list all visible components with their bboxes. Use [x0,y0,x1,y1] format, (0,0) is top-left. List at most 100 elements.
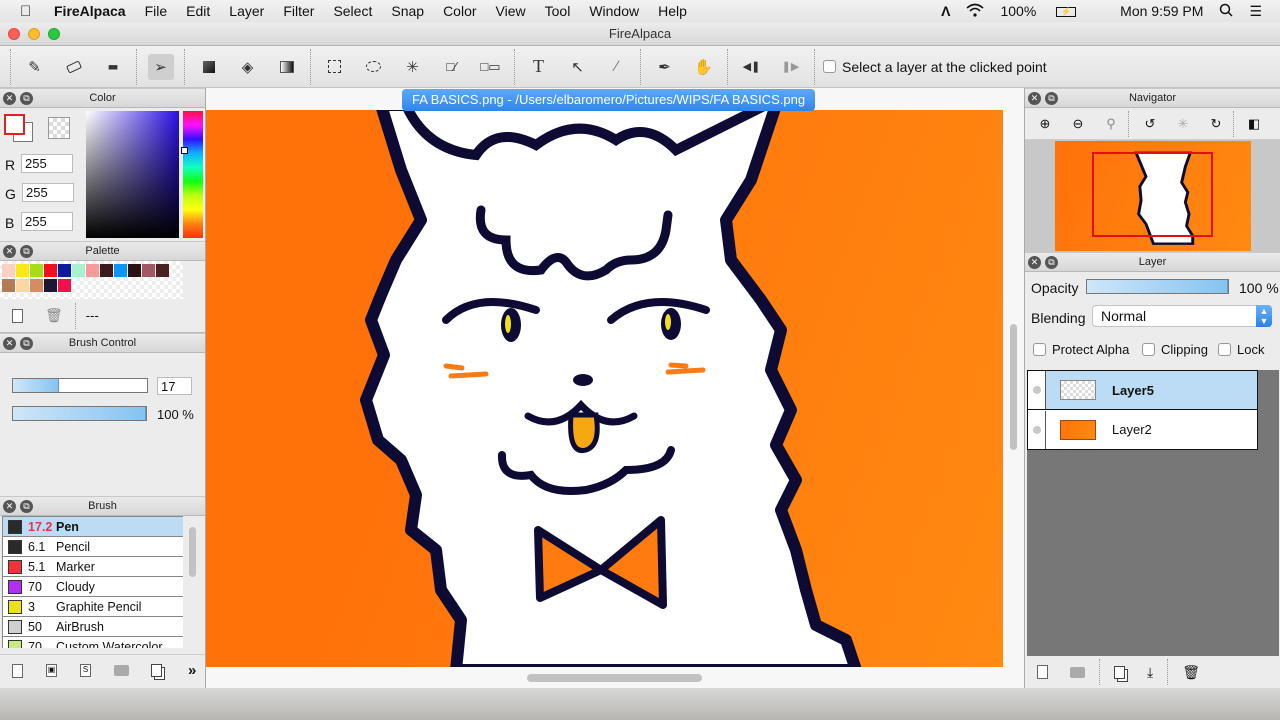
canvas-horizontal-scrollbar[interactable] [527,674,702,682]
palette-swatch[interactable] [142,264,155,277]
notification-center-icon[interactable]: ☰ [1249,3,1262,20]
blur-tool-button[interactable]: ∕ [604,54,630,80]
layer-row-layer5[interactable]: Layer5 [1027,370,1258,410]
menu-edit[interactable]: Edit [186,3,210,19]
palette-swatch[interactable] [2,264,15,277]
select-eraser-tool-button[interactable]: □▭ [478,54,504,80]
menu-tool[interactable]: Tool [545,3,571,19]
close-panel-icon[interactable]: ✕ [3,337,16,350]
adobe-icon[interactable]: Λ [941,3,950,19]
menu-snap[interactable]: Snap [391,3,424,19]
zoom-window-button[interactable] [48,28,60,40]
dot-tool-button[interactable]: ■■ [100,54,126,80]
close-panel-icon[interactable]: ✕ [1028,256,1041,269]
foreground-color-swatch[interactable] [4,114,25,135]
rect-select-tool-button[interactable] [322,54,348,80]
rotate-reset-icon[interactable]: ✳ [1172,116,1194,132]
select-layer-at-click-checkbox[interactable]: Select a layer at the clicked point [823,59,1047,75]
brush-size-input[interactable]: 17 [157,377,192,395]
palette-swatch[interactable] [16,279,29,292]
brush-item[interactable]: 5.1 Marker [3,557,183,577]
palette-swatch[interactable] [58,279,71,292]
spotlight-search-icon[interactable] [1219,3,1233,20]
delete-palette-icon[interactable]: 🗑 [45,307,63,324]
detach-panel-icon[interactable]: ⧉ [1045,256,1058,269]
brush-folder-icon[interactable] [114,665,129,676]
lock-checkbox[interactable]: Lock [1218,342,1264,357]
menu-color[interactable]: Color [443,3,476,19]
menu-file[interactable]: File [145,3,168,19]
merge-down-icon[interactable]: ⤓ [1147,664,1153,681]
wifi-icon[interactable] [966,3,984,20]
palette-swatch[interactable] [100,264,113,277]
new-brush-from-image-icon[interactable]: ▣ [46,664,57,677]
close-window-button[interactable] [8,28,20,40]
move-tool-button[interactable]: ➢ [147,53,174,80]
hand-tool-button[interactable]: ✋ [691,54,717,80]
eraser-tool-button[interactable] [61,54,87,80]
detach-panel-icon[interactable]: ⧉ [20,245,33,258]
close-panel-icon[interactable]: ✕ [3,245,16,258]
saturation-value-picker[interactable] [86,111,179,238]
new-palette-icon[interactable] [12,308,23,323]
close-panel-icon[interactable]: ✕ [1028,92,1041,105]
magic-wand-tool-button[interactable]: ✳ [400,54,426,80]
drawing-canvas[interactable] [206,110,1003,667]
object-select-tool-button[interactable]: ↖ [565,54,591,80]
brush-opacity-slider[interactable] [12,406,147,421]
brush-size-slider[interactable] [12,378,148,393]
g-value-input[interactable]: 255 [22,183,74,202]
brush-item[interactable]: 6.1 Pencil [3,537,183,557]
hue-slider[interactable] [183,111,203,238]
palette-swatch[interactable] [128,264,141,277]
hue-slider-handle[interactable] [181,147,188,154]
zoom-in-icon[interactable]: ⊕ [1034,116,1056,132]
checkbox-box[interactable] [823,60,836,73]
prev-frame-button[interactable]: ◀❚ [739,54,765,80]
new-script-brush-icon[interactable]: S [80,664,91,677]
lasso-tool-button[interactable] [361,54,387,80]
palette-swatch[interactable] [114,264,127,277]
brush-item[interactable]: 3 Graphite Pencil [3,597,183,617]
menu-view[interactable]: View [496,3,526,19]
palette-swatch[interactable] [156,264,169,277]
palette-swatch[interactable] [2,279,15,292]
menu-select[interactable]: Select [333,3,372,19]
b-value-input[interactable]: 255 [21,212,73,231]
pen-tool-button[interactable]: ✎ [22,54,48,80]
layer-visibility-toggle[interactable] [1028,410,1046,449]
apple-icon[interactable]:  [20,3,40,20]
brush-item[interactable]: 17.2 Pen [3,517,183,537]
detach-panel-icon[interactable]: ⧉ [20,337,33,350]
fill-rect-tool-button[interactable] [196,54,222,80]
detach-panel-icon[interactable]: ⧉ [20,500,33,513]
brush-item[interactable]: 70 Custom Watercolor [3,637,183,648]
minimize-window-button[interactable] [28,28,40,40]
new-folder-icon[interactable] [1070,666,1085,678]
new-brush-icon[interactable] [12,663,23,678]
palette-swatch[interactable] [44,264,57,277]
menu-filter[interactable]: Filter [283,3,314,19]
menu-help[interactable]: Help [658,3,687,19]
flip-horizontal-icon[interactable]: ◧ [1244,116,1264,132]
new-layer-icon[interactable] [1037,665,1048,679]
r-value-input[interactable]: 255 [21,154,73,173]
navigator-preview[interactable] [1025,140,1280,252]
protect-alpha-checkbox[interactable]: Protect Alpha [1033,342,1129,357]
eyedropper-tool-button[interactable]: ✒ [652,54,678,80]
clock[interactable]: Mon 9:59 PM [1120,3,1203,19]
menu-window[interactable]: Window [589,3,639,19]
bucket-tool-button[interactable]: ◈ [235,54,261,80]
palette-swatch[interactable] [30,264,43,277]
more-icon[interactable]: » [188,662,196,679]
document-tab[interactable]: FA BASICS.png - /Users/elbaromero/Pictur… [402,89,816,111]
close-panel-icon[interactable]: ✕ [3,500,16,513]
layer-row-layer2[interactable]: Layer2 [1027,410,1258,450]
next-frame-button[interactable]: ❚▶ [778,54,804,80]
rotate-left-icon[interactable]: ↺ [1139,116,1161,132]
detach-panel-icon[interactable]: ⧉ [1045,92,1058,105]
detach-panel-icon[interactable]: ⧉ [20,92,33,105]
menu-app-name[interactable]: FireAlpaca [54,3,126,19]
canvas-vertical-scrollbar[interactable] [1010,324,1017,450]
palette-swatch[interactable] [16,264,29,277]
